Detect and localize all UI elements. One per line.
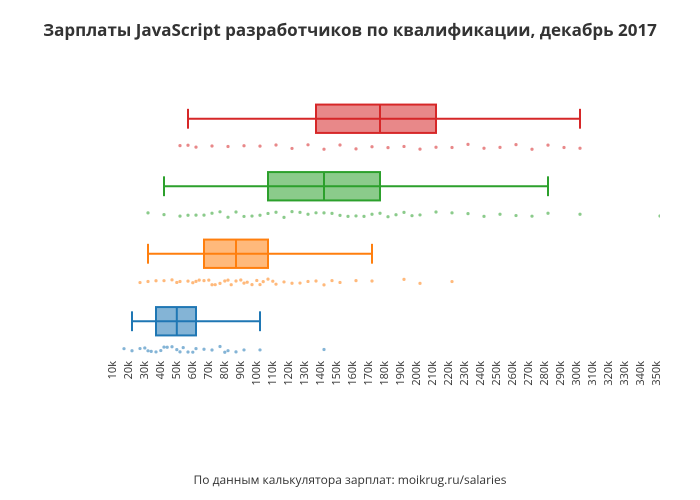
svg-text:270k: 270k <box>521 361 536 386</box>
svg-text:70k: 70k <box>201 361 216 380</box>
svg-text:80k: 80k <box>217 361 232 380</box>
svg-text:350k: 350k <box>649 361 660 386</box>
svg-text:130k: 130k <box>297 361 312 386</box>
svg-text:180k: 180k <box>377 361 392 386</box>
svg-text:200k: 200k <box>409 361 424 386</box>
svg-text:40k: 40k <box>153 361 168 380</box>
svg-text:10k: 10k <box>105 361 120 380</box>
svg-text:310k: 310k <box>585 361 600 386</box>
box-plot-chart: Зарплаты JavaScript разработчиков по ква… <box>0 0 700 500</box>
svg-text:260k: 260k <box>505 361 520 386</box>
svg-text:300k: 300k <box>569 361 584 386</box>
svg-text:0: 0 <box>100 361 104 367</box>
plot-area: JuniorMiddleSeniorLead 010k20k30k40k50k6… <box>100 75 660 405</box>
svg-text:330k: 330k <box>617 361 632 386</box>
svg-text:20k: 20k <box>121 361 136 380</box>
svg-text:190k: 190k <box>393 361 408 386</box>
svg-text:340k: 340k <box>633 361 648 386</box>
svg-text:290k: 290k <box>553 361 568 386</box>
svg-text:250k: 250k <box>489 361 504 386</box>
boxes <box>132 105 580 336</box>
svg-text:170k: 170k <box>361 361 376 386</box>
svg-text:240k: 240k <box>473 361 488 386</box>
svg-text:220k: 220k <box>441 361 456 386</box>
svg-text:150k: 150k <box>329 361 344 386</box>
svg-text:110k: 110k <box>265 361 280 386</box>
svg-text:160k: 160k <box>345 361 360 386</box>
svg-text:100k: 100k <box>249 361 264 386</box>
chart-title: Зарплаты JavaScript разработчиков по ква… <box>0 0 700 49</box>
svg-text:50k: 50k <box>169 361 184 380</box>
svg-text:230k: 230k <box>457 361 472 386</box>
svg-text:320k: 320k <box>601 361 616 386</box>
svg-text:120k: 120k <box>281 361 296 386</box>
x-axis-labels: 010k20k30k40k50k60k70k80k90k100k110k120k… <box>100 361 660 386</box>
svg-text:140k: 140k <box>313 361 328 386</box>
x-axis-title: По данным калькулятора зарплат: moikrug.… <box>0 471 700 488</box>
svg-text:210k: 210k <box>425 361 440 386</box>
svg-text:280k: 280k <box>537 361 552 386</box>
svg-text:90k: 90k <box>233 361 248 380</box>
svg-text:60k: 60k <box>185 361 200 380</box>
svg-text:30k: 30k <box>137 361 152 380</box>
